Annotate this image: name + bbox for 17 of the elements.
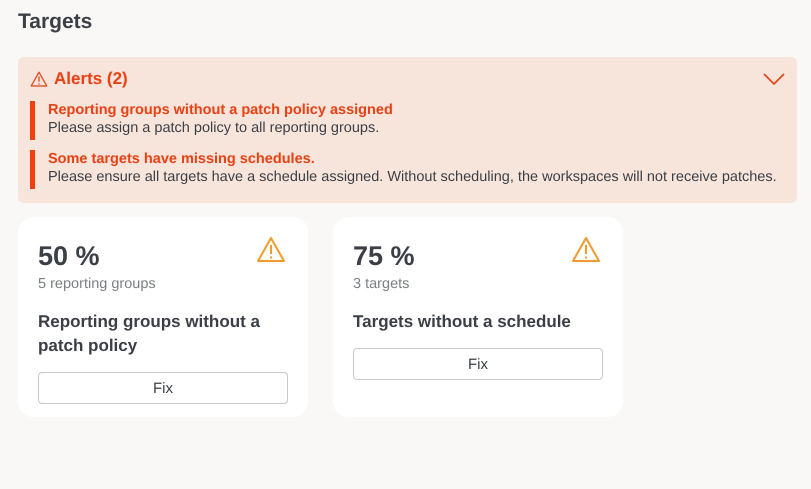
fix-button[interactable]: Fix [38,372,288,404]
warning-icon [256,236,286,263]
alert-message: Please assign a patch policy to all reporting groups. [48,119,380,138]
alert-title: Reporting groups without a patch policy assigned [48,102,394,118]
count-text: 5 reporting groups [38,276,157,292]
percent-value: 75 % [353,241,415,272]
warning-icon [571,236,601,263]
percent-value: 50 % [38,241,100,272]
page-title: Targets [18,10,94,34]
count-text: 3 targets [353,276,410,292]
fix-button[interactable]: Fix [353,348,603,380]
card-title: Reporting groups without a patch policy [38,311,261,357]
alert-title: Some targets have missing schedules. [48,151,316,167]
chevron-icon[interactable] [763,73,785,85]
alert-message: Please ensure all targets have a schedule assigned. Without scheduling, the workspaces will not receive patches. [48,168,778,187]
card-title: Targets without a schedule [353,311,572,333]
warning-icon [30,70,48,88]
